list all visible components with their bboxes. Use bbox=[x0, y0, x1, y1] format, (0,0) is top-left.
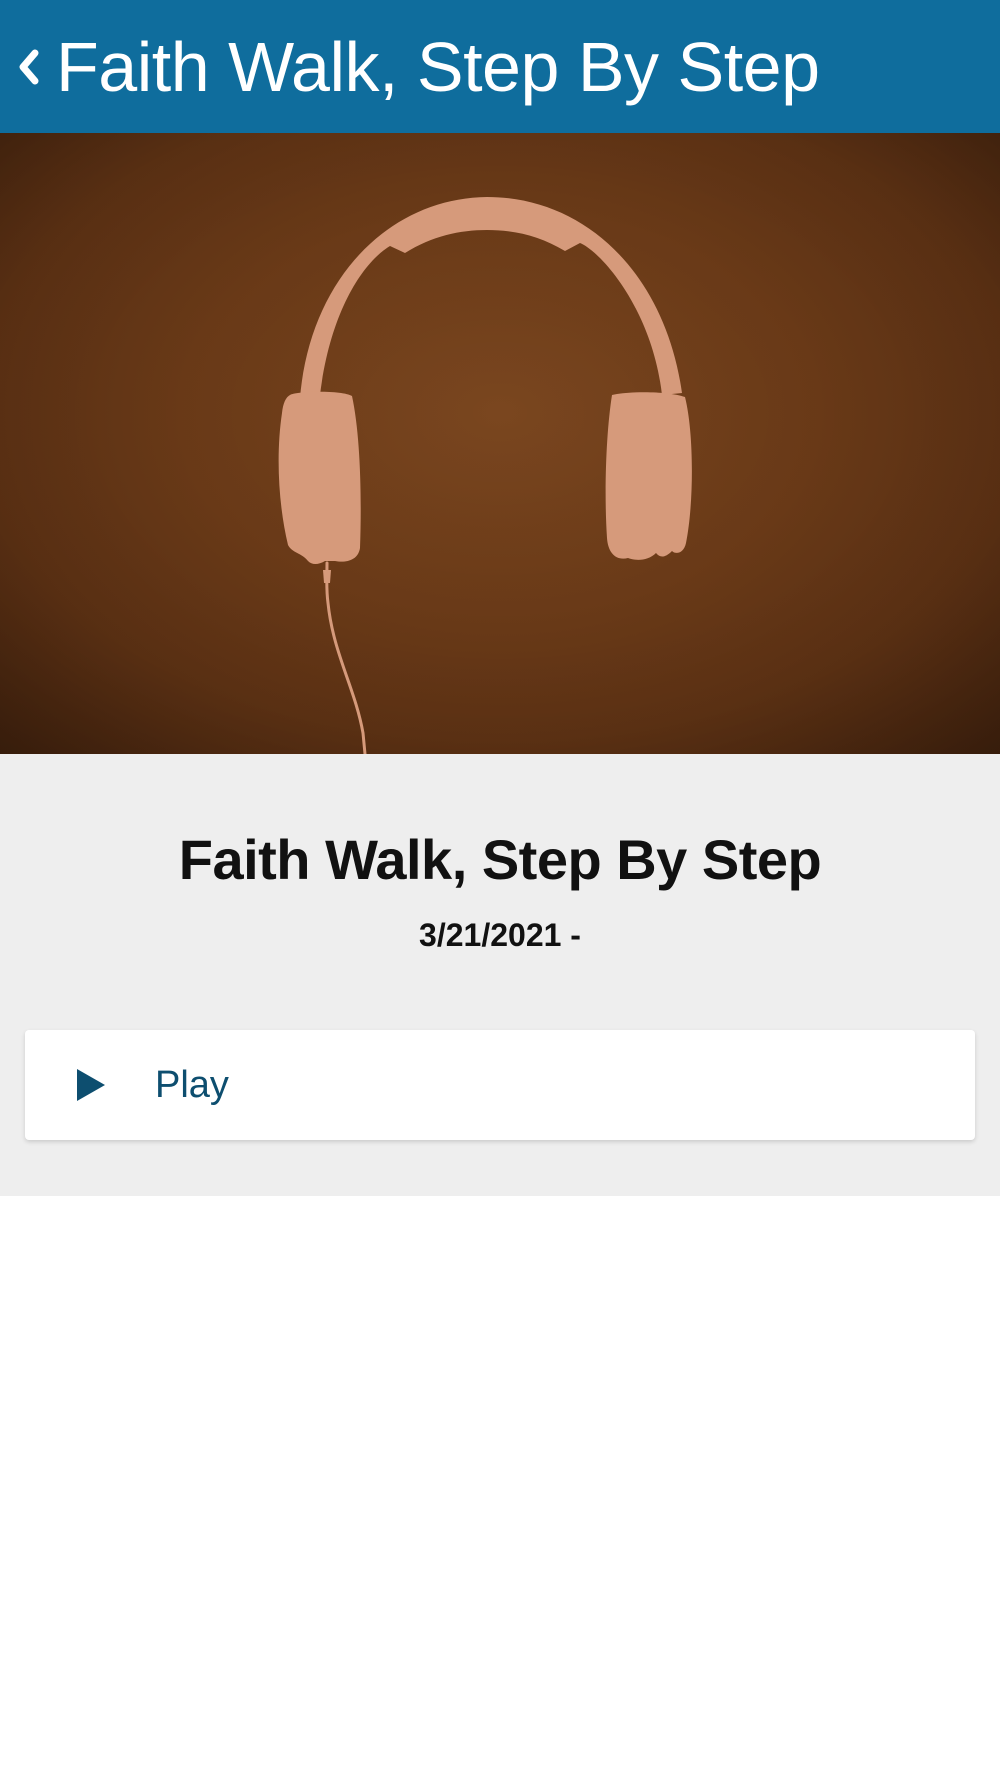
page-title: Faith Walk, Step By Step bbox=[56, 27, 820, 106]
sermon-details: Faith Walk, Step By Step 3/21/2021 - Pla… bbox=[0, 754, 1000, 1196]
sermon-title: Faith Walk, Step By Step bbox=[178, 828, 822, 891]
chevron-left-icon bbox=[15, 47, 41, 87]
sermon-artwork bbox=[0, 133, 1000, 754]
play-label: Play bbox=[155, 1063, 229, 1106]
top-app-bar: Faith Walk, Step By Step bbox=[0, 0, 1000, 133]
headphones-icon bbox=[0, 133, 1000, 754]
sermon-date: 3/21/2021 - bbox=[419, 917, 581, 953]
play-icon bbox=[71, 1065, 111, 1105]
back-button[interactable] bbox=[0, 0, 56, 133]
app-screen: Faith Walk, Step By Step Faith Walk, Ste… bbox=[0, 0, 1000, 1778]
play-button[interactable]: Play bbox=[25, 1030, 975, 1140]
